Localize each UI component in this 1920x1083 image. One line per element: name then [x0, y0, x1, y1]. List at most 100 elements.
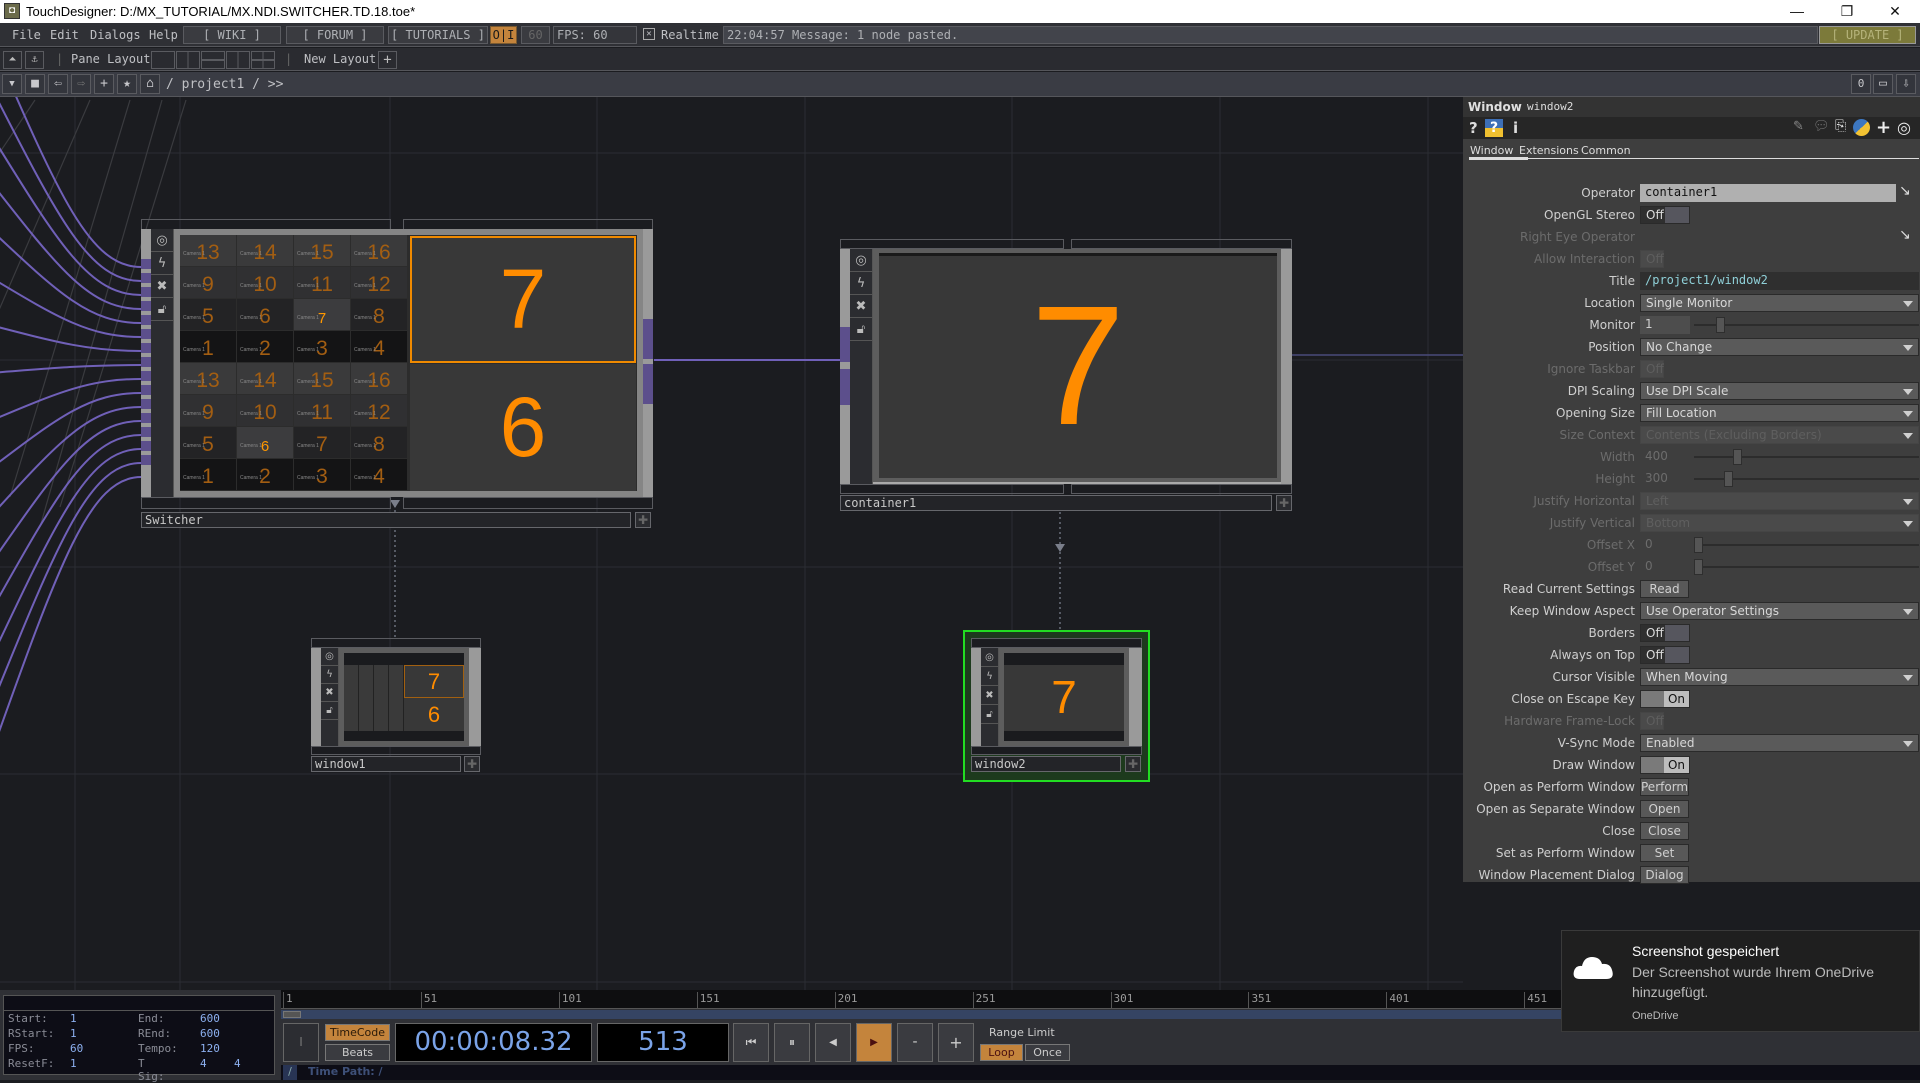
info-icon[interactable]: i	[1513, 119, 1518, 137]
param-slider[interactable]	[1694, 537, 1919, 553]
param-pulse-button[interactable]: Dialog	[1640, 866, 1689, 884]
python-help-icon[interactable]: ?	[1485, 119, 1503, 137]
camera-cell[interactable]: Camera 17	[294, 427, 350, 458]
camera-cell[interactable]: Camera 14	[351, 459, 407, 490]
back-arrow-icon[interactable]: ⇦	[48, 74, 68, 94]
time-setting-value[interactable]: 1	[70, 1027, 77, 1040]
rewind-to-start-button[interactable]: ⏮	[733, 1023, 769, 1062]
time-setting-value[interactable]: 1	[70, 1012, 77, 1025]
realtime-checkbox[interactable]: ✕	[643, 28, 655, 40]
camera-cell[interactable]: Camera 18	[351, 299, 407, 330]
viewer-active-icon[interactable]: ◎	[151, 229, 173, 252]
param-number-field[interactable]: 1	[1640, 316, 1690, 334]
bypass-icon[interactable]: ϟ	[151, 252, 173, 275]
slider-handle[interactable]	[1732, 449, 1742, 465]
target-icon[interactable]: ◎	[1897, 118, 1911, 137]
input-wire[interactable]	[0, 181, 142, 310]
param-dropdown[interactable]: Use Operator Settings	[1640, 602, 1919, 620]
camera-cell[interactable]: Camera 12	[237, 331, 293, 362]
layout-quad-button[interactable]	[251, 51, 275, 69]
input-wire[interactable]	[0, 133, 142, 296]
node-add-icon[interactable]: ✚	[1125, 756, 1141, 772]
output-connector[interactable]	[643, 319, 653, 359]
maximize-pane-icon[interactable]: ▭	[1873, 74, 1893, 94]
param-dropdown[interactable]: When Moving	[1640, 668, 1919, 686]
param-dropdown[interactable]: Single Monitor	[1640, 294, 1919, 312]
operator-name-field[interactable]: window2	[1527, 100, 1573, 113]
new-layout-button[interactable]: +	[378, 51, 397, 69]
node-add-icon[interactable]: ✚	[1276, 495, 1292, 511]
input-wire[interactable]	[0, 420, 142, 565]
camera-cell[interactable]: Camera 17	[294, 299, 350, 330]
output-connector[interactable]	[643, 364, 653, 404]
frame-display[interactable]: 513	[597, 1023, 729, 1062]
camera-cell[interactable]: Camera 11	[180, 459, 236, 490]
tab-window[interactable]: Window	[1470, 144, 1513, 157]
camera-cell[interactable]: Camera 18	[351, 427, 407, 458]
time-setting-value[interactable]: 60	[70, 1042, 83, 1055]
camera-cell[interactable]: Camera 1 10	[237, 267, 293, 298]
input-connector-strip[interactable]	[840, 249, 850, 484]
minimize-button[interactable]: —	[1774, 0, 1820, 22]
param-number-field[interactable]: 0	[1640, 558, 1690, 576]
tab-common[interactable]: Common	[1581, 144, 1631, 157]
star-icon[interactable]: ★	[117, 74, 137, 94]
camera-cell[interactable]: Camera 1 15	[294, 363, 350, 394]
param-text-field[interactable]: /project1/window2	[1640, 272, 1919, 290]
dropdown-arrow-icon[interactable]: ▼	[2, 74, 22, 94]
node-add-icon[interactable]: ✚	[464, 756, 480, 772]
network-path-breadcrumb[interactable]: / project1 / >>	[166, 77, 283, 92]
window2-node-selected[interactable]: ◎ ϟ ✖ 🔓︎ 7 window2 ✚	[963, 630, 1150, 782]
param-dropdown[interactable]: Contents (Excluding Borders)	[1640, 426, 1919, 444]
input-wire[interactable]	[0, 325, 142, 352]
home-icon[interactable]: ⌂	[140, 74, 160, 94]
camera-cell[interactable]: Camera 1 12	[351, 267, 407, 298]
camera-cell[interactable]: Camera 16	[237, 427, 293, 458]
timecode-display[interactable]: 00:00:08.32	[395, 1023, 592, 1062]
node-name-label[interactable]: Switcher	[141, 512, 631, 528]
param-dropdown[interactable]: Enabled	[1640, 734, 1919, 752]
slider-handle[interactable]	[1694, 559, 1703, 575]
python-icon[interactable]	[1853, 119, 1870, 136]
input-connector[interactable]	[840, 327, 850, 362]
param-toggle[interactable]: On	[1640, 756, 1690, 774]
param-number-field[interactable]: 300	[1640, 470, 1690, 488]
container1-node[interactable]: ◎ ϟ ✖ 🔓︎ 7 container1 ✚	[840, 239, 1292, 511]
param-toggle[interactable]: On	[1640, 690, 1690, 708]
play-reverse-button[interactable]: ◀	[815, 1023, 851, 1062]
camera-cell[interactable]: Camera 1 13	[180, 363, 236, 394]
camera-cell[interactable]: Camera 1 13	[180, 235, 236, 266]
camera-cell[interactable]: Camera 1 16	[351, 363, 407, 394]
bypass-icon[interactable]: ϟ	[321, 666, 338, 684]
input-connector[interactable]	[840, 369, 850, 405]
param-pulse-button[interactable]: Perform	[1640, 778, 1689, 796]
bypass-icon[interactable]: ϟ	[981, 667, 998, 686]
param-slider[interactable]	[1694, 471, 1919, 487]
window1-node[interactable]: ◎ ϟ ✖ 🔓︎ 7 6 window1 ✚	[311, 638, 481, 773]
output-connector-strip[interactable]	[1281, 249, 1292, 484]
param-dropdown[interactable]: No Change	[1640, 338, 1919, 356]
layout-single-button[interactable]	[151, 51, 175, 69]
node-add-icon[interactable]: ✚	[635, 512, 651, 528]
param-toggle[interactable]: Off	[1640, 646, 1690, 664]
help-icon[interactable]: ?	[1469, 119, 1478, 137]
lock-icon[interactable]: 🔓︎	[321, 702, 338, 720]
clipboard-icon[interactable]: ⎘	[1835, 118, 1846, 134]
lock-icon[interactable]: 🔓︎	[850, 318, 872, 341]
time-cursor-icon[interactable]: I	[283, 1023, 319, 1062]
param-dropdown[interactable]: Bottom	[1640, 514, 1919, 532]
param-pulse-button[interactable]: Close	[1640, 822, 1689, 840]
input-connector-strip[interactable]	[971, 648, 981, 746]
delete-icon[interactable]: ✖	[981, 686, 998, 705]
param-toggle[interactable]: Off	[1640, 360, 1664, 378]
restore-button[interactable]: ❐	[1824, 0, 1870, 22]
play-forward-button[interactable]: ▶	[856, 1023, 892, 1062]
cook-toggle-button[interactable]: O|I	[490, 26, 517, 44]
update-button[interactable]: [ UPDATE ]	[1819, 26, 1916, 44]
layout-vsplit-button[interactable]	[176, 51, 200, 69]
param-number-field[interactable]: 0	[1640, 536, 1690, 554]
once-button[interactable]: Once	[1025, 1044, 1070, 1061]
bypass-icon[interactable]: ϟ	[850, 272, 872, 295]
add-param-icon[interactable]: +	[1876, 117, 1891, 138]
viewer-active-icon[interactable]: ◎	[981, 648, 998, 667]
